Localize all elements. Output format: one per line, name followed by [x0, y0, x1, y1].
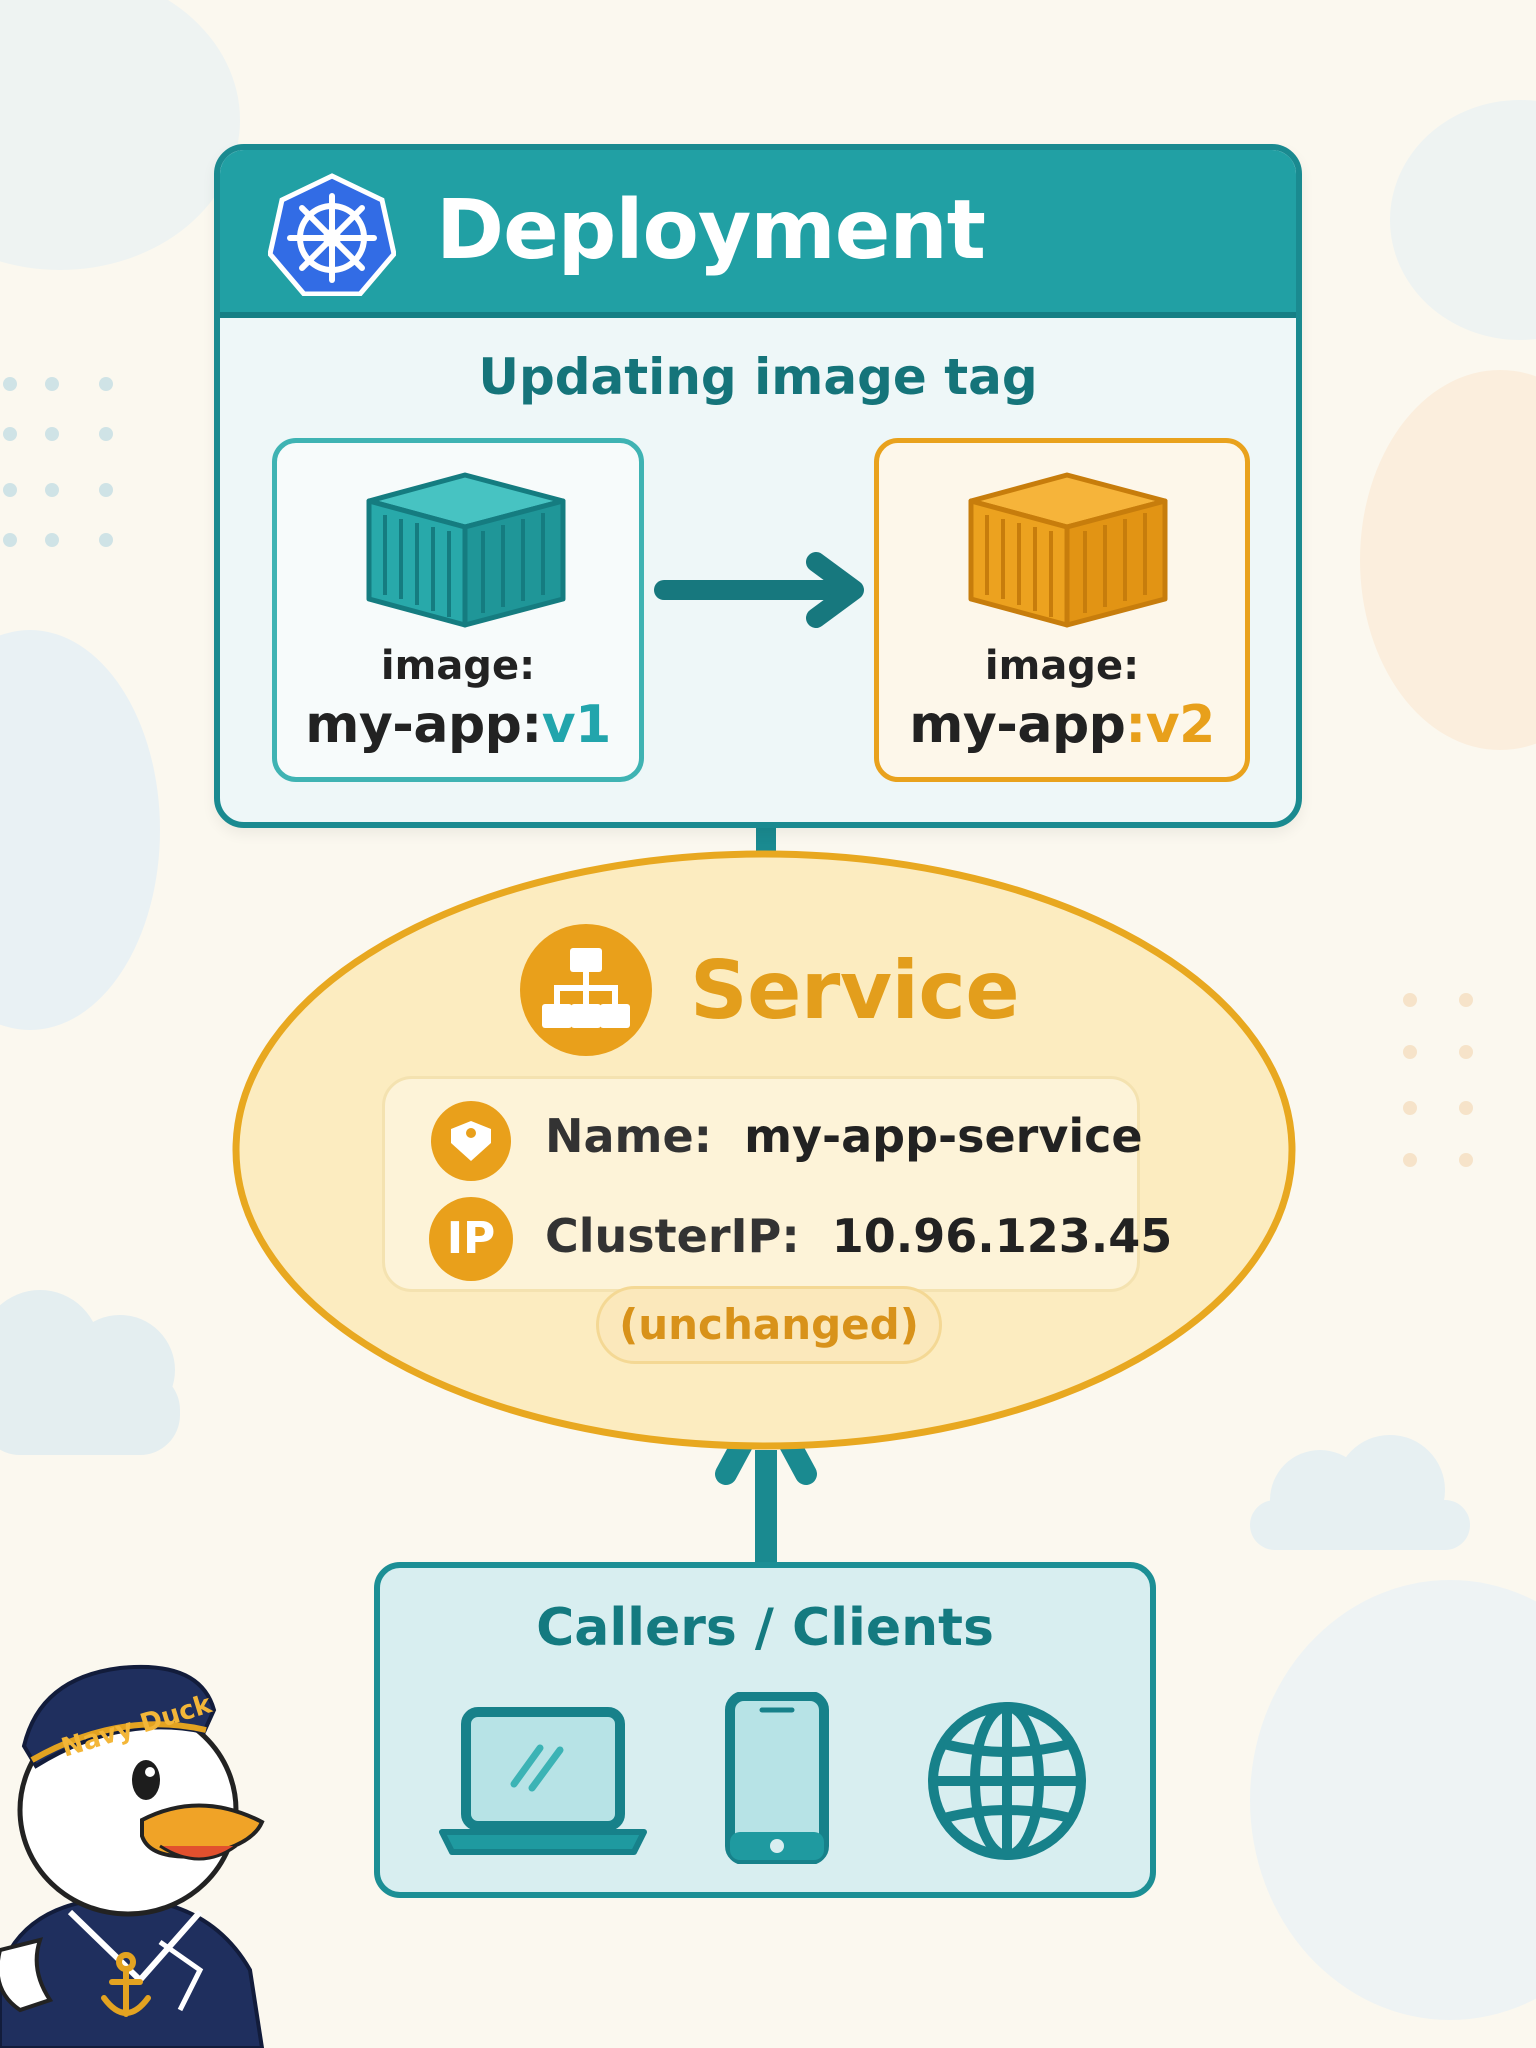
- bg-blob: [1390, 100, 1536, 340]
- bg-cloud: [1250, 1435, 1470, 1550]
- image-v2-name: my-app:v2: [879, 695, 1245, 755]
- service-title: Service: [690, 944, 1020, 1037]
- clients-card: Callers / Clients: [374, 1562, 1156, 1898]
- container-v1-icon: [366, 472, 566, 628]
- update-arrow: [654, 552, 864, 628]
- bg-blob: [0, 0, 240, 270]
- service-ip-key: ClusterIP:: [545, 1209, 800, 1263]
- laptop-icon: [439, 1707, 647, 1855]
- image-v2-box: image: my-app:v2: [874, 438, 1250, 782]
- clients-title: Callers / Clients: [536, 1598, 994, 1658]
- bg-blob: [1360, 370, 1536, 750]
- service-ip-row: ClusterIP: 10.96.123.45: [545, 1209, 1172, 1263]
- service-ip-value: 10.96.123.45: [831, 1209, 1173, 1263]
- deployment-subtitle: Updating image tag: [478, 348, 1038, 406]
- globe-icon: [928, 1702, 1086, 1860]
- ip-badge-icon: IP: [429, 1197, 513, 1281]
- phone-icon: [725, 1692, 829, 1864]
- clients-service-arrow-shaft: [755, 1450, 777, 1566]
- image-v1-label: image:: [380, 643, 536, 689]
- image-v1-tag: v1: [541, 695, 612, 755]
- service-name-value: my-app-service: [744, 1109, 1143, 1163]
- image-v2-label: image:: [984, 643, 1140, 689]
- bg-dots: [3, 377, 113, 547]
- navy-duck-mascot: Navy Duck: [0, 1664, 265, 2048]
- unchanged-badge: (unchanged): [596, 1286, 942, 1364]
- service-network-icon: [520, 924, 652, 1056]
- deployment-title: Deployment: [436, 183, 986, 278]
- image-v2-repo: my-app: [909, 695, 1126, 755]
- image-v1-repo: my-app: [305, 695, 522, 755]
- image-v2-colon: :: [1125, 695, 1146, 755]
- service-info-panel: Name: my-app-service IP ClusterIP: 10.96…: [382, 1076, 1172, 1292]
- container-v2-icon: [968, 472, 1168, 628]
- bg-dots: [1403, 993, 1473, 1167]
- bg-blob: [0, 630, 160, 1030]
- image-v2-tag: v2: [1145, 695, 1216, 755]
- image-v1-box: image: my-app:v1: [272, 438, 644, 782]
- deployment-header: Deployment: [220, 150, 1296, 318]
- bg-blob: [1250, 1580, 1536, 2020]
- image-v1-name: my-app:v1: [277, 695, 639, 755]
- service-name-row: Name: my-app-service: [545, 1109, 1143, 1163]
- tag-icon: [431, 1101, 511, 1181]
- bg-cloud: [0, 1290, 180, 1455]
- image-v1-colon: :: [521, 695, 542, 755]
- service-name-key: Name:: [545, 1109, 713, 1163]
